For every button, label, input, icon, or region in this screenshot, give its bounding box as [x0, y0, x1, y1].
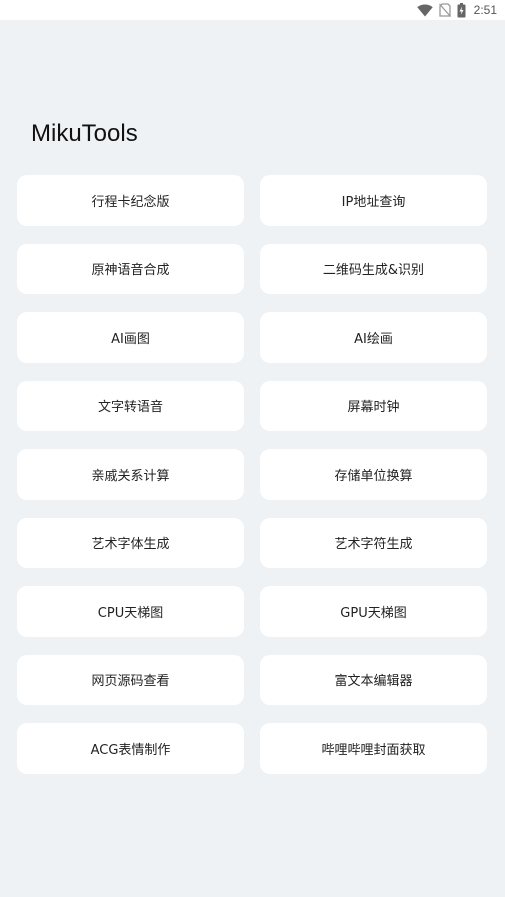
tool-button-text-to-speech[interactable]: 文字转语音 — [17, 380, 244, 431]
tool-button-ai-painting[interactable]: AI绘画 — [260, 312, 487, 363]
status-time: 2:51 — [473, 3, 497, 17]
tool-button-ai-image[interactable]: AI画图 — [17, 312, 244, 363]
tool-button-art-chars[interactable]: 艺术字符生成 — [260, 517, 487, 568]
tool-button-art-font[interactable]: 艺术字体生成 — [17, 517, 244, 568]
tool-button-screen-clock[interactable]: 屏幕时钟 — [260, 380, 487, 431]
status-bar: 2:51 — [0, 0, 505, 20]
tool-button-cpu-ladder[interactable]: CPU天梯图 — [17, 586, 244, 637]
tool-button-qrcode[interactable]: 二维码生成&识别 — [260, 243, 487, 294]
tool-grid: 行程卡纪念版 IP地址查询 原神语音合成 二维码生成&识别 AI画图 AI绘画 … — [17, 175, 487, 774]
tool-button-storage-convert[interactable]: 存储单位换算 — [260, 449, 487, 500]
battery-charging-icon — [457, 2, 466, 18]
tool-button-relative-calc[interactable]: 亲戚关系计算 — [17, 449, 244, 500]
wifi-icon — [416, 4, 433, 17]
tool-button-genshin-voice[interactable]: 原神语音合成 — [17, 243, 244, 294]
app-title: MikuTools — [31, 120, 138, 147]
status-icons: 2:51 — [416, 2, 497, 18]
tool-button-acg-emoji[interactable]: ACG表情制作 — [17, 723, 244, 774]
tool-button-ip-lookup[interactable]: IP地址查询 — [260, 175, 487, 226]
tool-button-view-source[interactable]: 网页源码查看 — [17, 654, 244, 705]
tool-button-xingchengka[interactable]: 行程卡纪念版 — [17, 175, 244, 226]
tool-button-rich-text-editor[interactable]: 富文本编辑器 — [260, 654, 487, 705]
tool-button-gpu-ladder[interactable]: GPU天梯图 — [260, 586, 487, 637]
tool-button-bilibili-cover[interactable]: 哔哩哔哩封面获取 — [260, 723, 487, 774]
no-sim-icon — [438, 3, 451, 17]
